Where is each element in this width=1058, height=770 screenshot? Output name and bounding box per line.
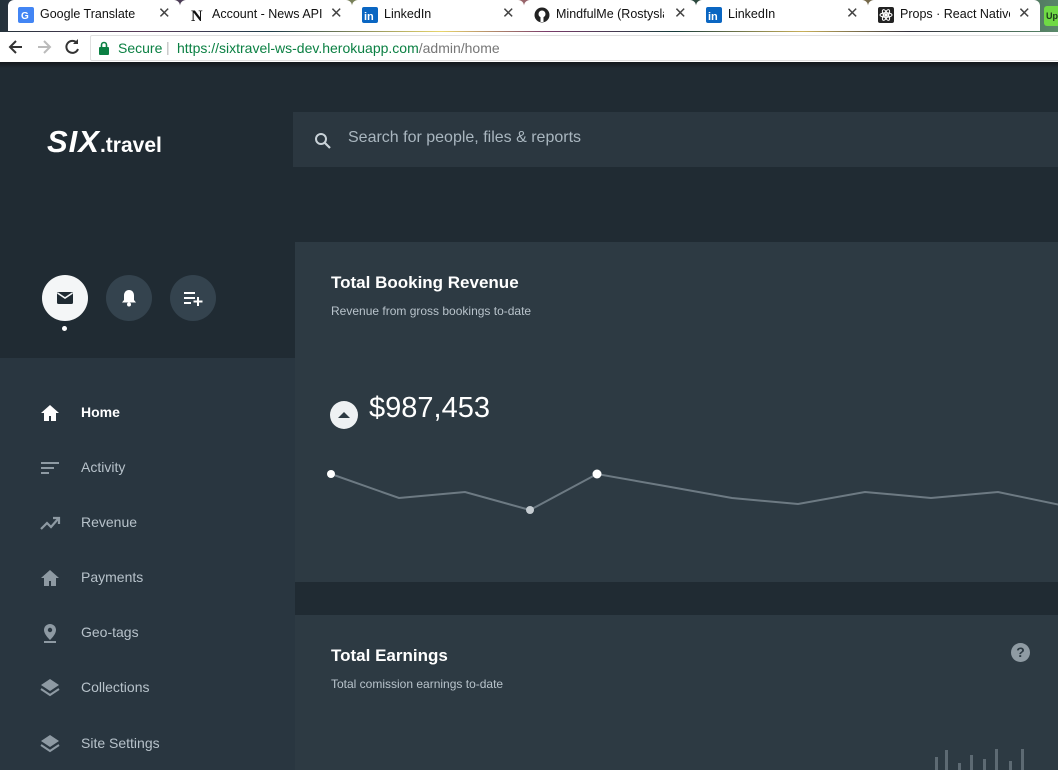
add-to-list-button[interactable]: [170, 275, 216, 321]
tab-title: Props · React Native: [900, 7, 1010, 21]
close-tab-icon[interactable]: ✕: [846, 5, 859, 23]
earnings-bar-chart: [935, 749, 1024, 770]
sidebar-item-payments[interactable]: Payments: [0, 558, 295, 598]
logo-text: SIX: [47, 124, 100, 159]
sidebar-item-label: Collections: [81, 679, 150, 695]
sidebar-item-revenue[interactable]: Revenue: [0, 503, 295, 543]
linkedin-icon: in: [362, 7, 378, 23]
total-earnings-card: Total Earnings Total comission earnings …: [295, 615, 1058, 770]
tab-title: Google Translate: [40, 7, 136, 21]
card-title: Total Earnings: [331, 646, 448, 665]
tab-title: LinkedIn: [728, 7, 776, 21]
revenue-sparkline: [327, 469, 1058, 514]
home-icon: [39, 402, 61, 424]
close-tab-icon[interactable]: ✕: [330, 5, 343, 23]
lock-icon: [98, 41, 110, 60]
tab-title: LinkedIn: [384, 7, 432, 21]
sidebar-item-label: Home: [81, 404, 120, 420]
tab-title: Account - News API: [212, 7, 322, 21]
home-icon: [39, 567, 61, 589]
newsapi-icon: N: [190, 7, 206, 25]
browser-tab-bar: G Google Translate ✕ N Account - News AP…: [0, 0, 1058, 32]
forward-arrow-icon[interactable]: [34, 37, 54, 57]
layers-icon: [39, 733, 61, 755]
svg-text:G: G: [21, 11, 29, 22]
layers-icon: [39, 677, 61, 699]
revenue-value: $987,453: [369, 392, 490, 424]
help-icon[interactable]: ?: [1011, 643, 1030, 662]
sparkline-point: [592, 469, 602, 479]
trend-up-icon: [330, 401, 358, 429]
sidebar-item-activity[interactable]: Activity: [0, 448, 295, 488]
tab-upwork-partial[interactable]: Up: [1044, 6, 1058, 26]
trending-up-icon: [39, 512, 61, 534]
address-bar[interactable]: Secure | https://sixtravel-ws-dev.heroku…: [90, 35, 1058, 61]
close-tab-icon[interactable]: ✕: [502, 5, 515, 23]
sparkline-point: [327, 470, 335, 478]
url-separator: |: [166, 39, 170, 55]
card-subtitle: Total comission earnings to-date: [331, 677, 504, 691]
tab-react-native-props[interactable]: Props · React Native ✕: [868, 0, 1040, 31]
github-icon: [534, 7, 550, 23]
tab-github-mindfulme[interactable]: MindfulMe (Rostysla ✕: [524, 0, 696, 31]
active-indicator-dot: [62, 326, 67, 331]
url-text[interactable]: https://sixtravel-ws-dev.herokuapp.com/a…: [177, 40, 500, 56]
react-icon: [878, 7, 894, 23]
logo-suffix: .travel: [99, 134, 162, 157]
google-translate-icon: G: [18, 7, 34, 23]
sidebar-item-label: Payments: [81, 569, 144, 585]
activity-icon: [39, 457, 61, 479]
url-path: /admin/home: [418, 40, 500, 56]
card-title: Total Booking Revenue: [331, 273, 519, 292]
linkedin-icon: in: [706, 7, 722, 23]
sidebar-item-label: Geo-tags: [81, 624, 139, 640]
sidebar-item-label: Revenue: [81, 514, 138, 530]
card-subtitle: Revenue from gross bookings to-date: [331, 304, 532, 318]
svg-text:in: in: [708, 11, 718, 23]
svg-text:N: N: [191, 8, 203, 23]
sidebar-item-geo-tags[interactable]: Geo-tags: [0, 613, 295, 653]
location-pin-icon: [39, 622, 61, 644]
playlist-add-icon: [184, 292, 203, 306]
total-booking-revenue-card: Total Booking Revenue Revenue from gross…: [295, 242, 1058, 582]
search-bar[interactable]: Search for people, files & reports: [293, 112, 1058, 167]
tab-title: MindfulMe (Rostysla: [556, 7, 664, 21]
sparkline-point: [526, 506, 534, 514]
notifications-button[interactable]: [106, 275, 152, 321]
tab-linkedin[interactable]: in LinkedIn ✕: [352, 0, 524, 31]
svg-text:in: in: [364, 11, 374, 23]
tab-news-api[interactable]: N Account - News API ✕: [180, 0, 352, 31]
search-input[interactable]: Search for people, files & reports: [348, 129, 581, 147]
back-arrow-icon[interactable]: [6, 37, 26, 57]
sidebar-item-label: Site Settings: [81, 735, 160, 751]
bell-icon: [122, 290, 136, 307]
sidebar-item-site-settings[interactable]: Site Settings: [0, 724, 295, 764]
sidebar-nav: Home Activity Revenue Payments Geo-tags …: [0, 358, 295, 770]
sidebar-item-label: Activity: [81, 459, 126, 475]
close-tab-icon[interactable]: ✕: [1018, 5, 1031, 23]
close-tab-icon[interactable]: ✕: [674, 5, 687, 23]
messages-button[interactable]: [42, 275, 88, 321]
browser-toolbar: Secure | https://sixtravel-ws-dev.heroku…: [0, 32, 1058, 63]
mail-icon: [57, 292, 73, 304]
search-icon: [314, 132, 332, 155]
brand-logo[interactable]: SIX.travel: [47, 124, 162, 160]
sidebar-item-collections[interactable]: Collections: [0, 668, 295, 708]
secure-label: Secure: [118, 40, 163, 56]
close-tab-icon[interactable]: ✕: [158, 5, 171, 23]
sidebar-header: [0, 68, 295, 358]
tab-google-translate[interactable]: G Google Translate ✕: [8, 0, 180, 31]
url-base: https://sixtravel-ws-dev.herokuapp.com: [177, 40, 419, 56]
sidebar-item-home[interactable]: Home: [0, 393, 295, 433]
tab-linkedin-2[interactable]: in LinkedIn ✕: [696, 0, 868, 31]
reload-icon[interactable]: [62, 37, 82, 57]
